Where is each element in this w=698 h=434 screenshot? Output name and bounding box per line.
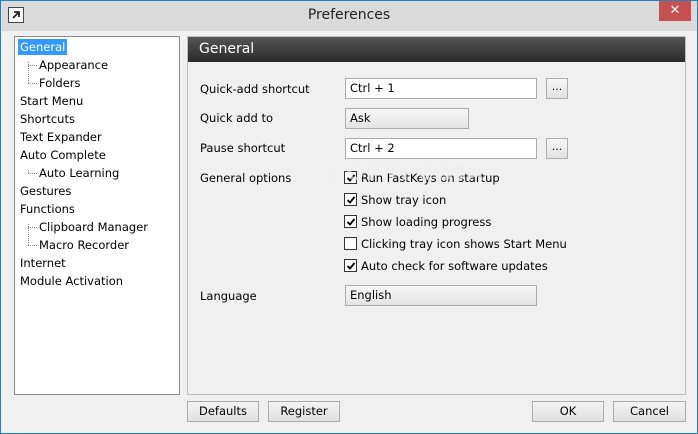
tree-connector — [28, 173, 37, 174]
language-value: English — [350, 288, 392, 302]
sidebar-tree[interactable]: General Appearance Folders Start Menu Sh… — [14, 36, 180, 395]
panel-header: General — [188, 37, 685, 62]
window-title: Preferences — [307, 7, 391, 23]
pause-shortcut-label: Pause shortcut — [200, 141, 286, 155]
sidebar-item-text-expander[interactable]: Text Expander — [18, 129, 104, 145]
option-label: Show tray icon — [361, 193, 447, 207]
pause-shortcut-input[interactable]: Ctrl + 2 — [345, 138, 537, 159]
close-icon: ✕ — [669, 3, 681, 18]
sidebar-item-functions[interactable]: Functions — [18, 201, 77, 217]
tree-connector — [28, 227, 37, 228]
tree-connector — [28, 83, 37, 84]
quick-add-to-select[interactable]: Ask — [345, 108, 469, 129]
watermark: SOFTPEDIA — [328, 161, 486, 186]
language-select[interactable]: English — [345, 285, 537, 306]
sidebar-item-auto-learning[interactable]: Auto Learning — [37, 165, 121, 181]
tree-connector — [28, 65, 37, 66]
sidebar-item-shortcuts[interactable]: Shortcuts — [18, 111, 77, 127]
sidebar-item-auto-complete[interactable]: Auto Complete — [18, 147, 108, 163]
quick-add-to-label: Quick add to — [200, 111, 274, 125]
language-label: Language — [200, 289, 257, 303]
quick-add-shortcut-input[interactable]: Ctrl + 1 — [345, 78, 537, 99]
ok-button[interactable]: OK — [532, 401, 604, 422]
checkbox-auto-check-updates[interactable] — [344, 259, 357, 272]
pause-shortcut-browse-button[interactable]: ... — [546, 138, 568, 159]
tree-connector — [28, 245, 37, 246]
option-label: Auto check for software updates — [361, 259, 548, 273]
option-label: Show loading progress — [361, 215, 492, 229]
sidebar-item-macro-recorder[interactable]: Macro Recorder — [37, 237, 131, 253]
quick-add-shortcut-browse-button[interactable]: ... — [546, 78, 568, 99]
defaults-button[interactable]: Defaults — [187, 401, 259, 422]
settings-panel: General Quick-add shortcut Ctrl + 1 ... … — [187, 36, 686, 395]
quick-add-shortcut-label: Quick-add shortcut — [200, 82, 310, 96]
checkmark-icon — [346, 218, 356, 226]
sidebar-item-clipboard-manager[interactable]: Clipboard Manager — [37, 219, 150, 235]
cancel-button[interactable]: Cancel — [613, 401, 686, 422]
general-options-label: General options — [200, 171, 292, 185]
sidebar-item-module-activation[interactable]: Module Activation — [18, 273, 125, 289]
sidebar-item-appearance[interactable]: Appearance — [37, 57, 110, 73]
sidebar-item-internet[interactable]: Internet — [18, 255, 68, 271]
close-button[interactable]: ✕ — [659, 1, 691, 21]
checkmark-icon — [346, 196, 356, 204]
preferences-window: Preferences ✕ General Appearance Folders… — [0, 0, 698, 434]
sidebar-item-start-menu[interactable]: Start Menu — [18, 93, 85, 109]
checkmark-icon — [346, 262, 356, 270]
option-label: Clicking tray icon shows Start Menu — [361, 237, 567, 251]
title-bar[interactable]: Preferences ✕ — [1, 1, 697, 31]
sidebar-item-gestures[interactable]: Gestures — [18, 183, 73, 199]
checkbox-show-tray-icon[interactable] — [344, 193, 357, 206]
register-button[interactable]: Register — [268, 401, 340, 422]
sidebar-item-folders[interactable]: Folders — [37, 75, 83, 91]
quick-add-to-value: Ask — [350, 111, 371, 125]
sidebar-item-general[interactable]: General — [18, 39, 68, 55]
checkbox-tray-shows-start-menu[interactable] — [344, 237, 357, 250]
checkbox-show-loading-progress[interactable] — [344, 215, 357, 228]
